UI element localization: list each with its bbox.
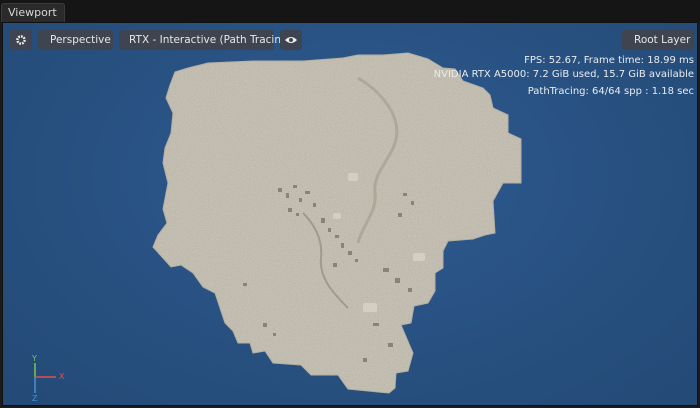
hud-gpu-memory: NVIDIA RTX A5000: 7.2 GiB used, 15.7 GiB… — [433, 69, 694, 80]
root-layer-label: Root Layer — [634, 34, 691, 46]
renderer-selector-button[interactable]: RTX - Interactive (Path Tracing) — [119, 30, 292, 50]
axis-z-label: Z — [32, 394, 38, 403]
panel-tab-bar: Viewport — [0, 0, 700, 22]
tab-viewport[interactable]: Viewport — [1, 3, 65, 22]
viewport-settings-button[interactable] — [10, 30, 32, 50]
hud-pathtracing: PathTracing: 64/64 spp : 1.18 sec — [527, 86, 694, 97]
axis-x-label: X — [59, 372, 65, 381]
eye-icon — [285, 37, 297, 43]
axis-y-label: Y — [32, 354, 37, 363]
axis-gizmo: Y X Z — [25, 354, 73, 405]
hud-fps: FPS: 52.67, Frame time: 18.99 ms — [524, 55, 694, 66]
gear-icon — [16, 35, 26, 45]
renderer-label: RTX - Interactive (Path Tracing) — [129, 34, 292, 46]
visibility-toggle-button[interactable] — [280, 30, 302, 50]
city-map-render — [152, 52, 522, 394]
camera-selector-button[interactable]: Perspective — [38, 30, 113, 50]
viewport-canvas[interactable]: Perspective RTX - Interactive (Path Trac… — [2, 22, 698, 406]
root-layer-button[interactable]: Root Layer — [622, 30, 694, 50]
camera-label: Perspective — [50, 34, 111, 46]
